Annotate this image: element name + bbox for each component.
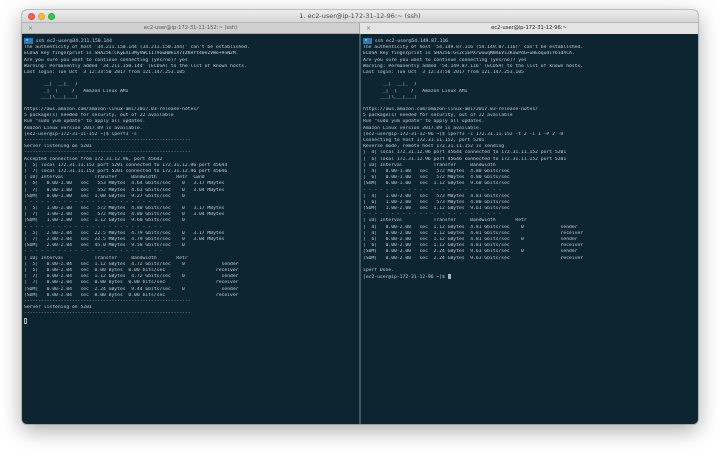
cursor-line (24, 318, 359, 326)
tab-bar: × ec2-user@ip-172-31-11-152:~ (ssh) × ec… (22, 23, 698, 47)
terminal-line: ----------------------------------------… (24, 311, 191, 317)
terminal-output: The authenticity of host '34.211.150.144… (24, 45, 359, 317)
tab-close-icon[interactable]: × (366, 23, 371, 34)
tab-label: ec2-user@ip-172-31-11-152:~ (ssh) (143, 25, 238, 31)
tab-close-icon[interactable]: × (28, 23, 33, 34)
terminal-cursor (24, 318, 27, 325)
tab-label: ec2-user@ip-172-31-12-96:~ (491, 25, 567, 31)
left-terminal-pane[interactable]: ▸ ssh ec2-user@34.211.150.144 The authen… (22, 34, 359, 424)
tab-right-session[interactable]: × ec2-user@ip-172-31-12-96:~ (360, 23, 698, 34)
prompt-arrow-icon: ▸ (363, 38, 372, 45)
terminal-line: [ec2-user@ip-172-31-12-96 ~]$ (363, 274, 698, 280)
terminal-cursor (447, 274, 451, 280)
prompt-arrow-icon: ▸ (24, 38, 33, 45)
terminal-output: The authenticity of host '54.149.87.116 … (363, 45, 698, 280)
right-terminal-pane[interactable]: ▸ ssh ec2-user@54.149.87.116 The authent… (361, 34, 698, 424)
ssh-host-bar: ▸ ssh ec2-user@54.149.87.116 (363, 38, 698, 45)
ssh-command: ssh ec2-user@54.149.87.116 (374, 38, 449, 44)
ssh-command: ssh ec2-user@34.211.150.144 (35, 38, 112, 44)
tab-left-session[interactable]: × ec2-user@ip-172-31-11-152:~ (ssh) (22, 23, 360, 34)
terminal-window: 1. ec2-user@ip-172-31-12-96:~ (ssh) × ec… (22, 10, 698, 424)
title-bar: 1. ec2-user@ip-172-31-12-96:~ (ssh) (22, 10, 698, 23)
window-title: 1. ec2-user@ip-172-31-12-96:~ (ssh) (299, 12, 421, 20)
ssh-host-bar: ▸ ssh ec2-user@34.211.150.144 (24, 38, 359, 45)
